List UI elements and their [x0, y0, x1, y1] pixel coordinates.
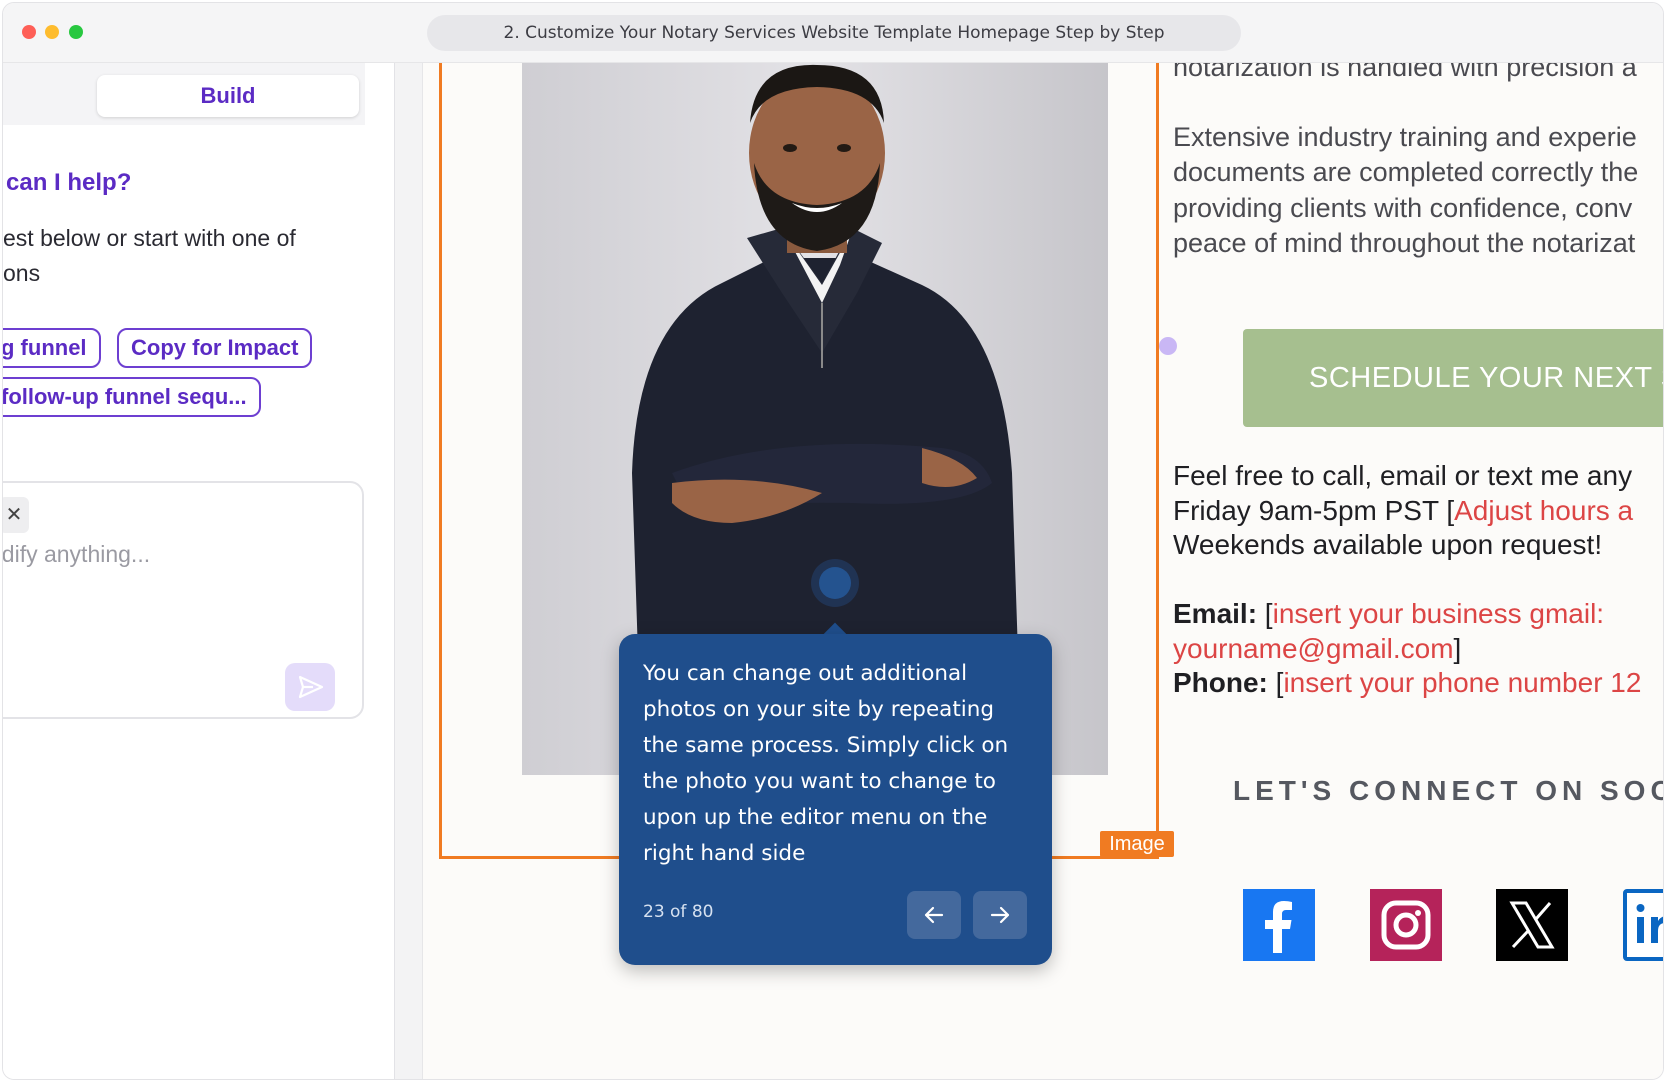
social-heading: LET'S CONNECT ON SOCI: [1233, 775, 1664, 806]
suggestion-chip[interactable]: g funnel: [3, 328, 101, 368]
browser-window: 2. Customize Your Notary Services Websit…: [2, 2, 1664, 1080]
image-element-tag[interactable]: Image: [1100, 831, 1174, 857]
contact-line: Friday 9am-5pm PST [Adjust hours a: [1173, 492, 1633, 529]
body-text-line: providing clients with confidence, conv: [1173, 193, 1633, 223]
maximize-window-button[interactable]: [69, 25, 83, 39]
contact-line: Feel free to call, email or text me any: [1173, 460, 1633, 491]
close-window-button[interactable]: [22, 25, 36, 39]
title-bar: 2. Customize Your Notary Services Websit…: [3, 3, 1663, 63]
help-heading: can I help?: [6, 169, 132, 196]
facebook-icon[interactable]: [1243, 889, 1315, 961]
email-line: Email: [insert your business gmail:: [1173, 595, 1604, 632]
build-tab[interactable]: Build: [97, 75, 359, 117]
body-text-line: Extensive industry training and experie: [1173, 122, 1637, 152]
help-subtitle-line: ons: [3, 260, 41, 286]
email-line: yourname@gmail.com]: [1173, 630, 1461, 667]
tutorial-tooltip: You can change out additional photos on …: [619, 634, 1052, 965]
body-text-line: peace of mind throughout the notarizat: [1173, 228, 1636, 258]
hours-placeholder: Adjust hours a: [1454, 495, 1634, 526]
linkedin-icon[interactable]: [1623, 889, 1663, 961]
arrow-right-icon: [990, 906, 1010, 924]
phone-line: Phone: [insert your phone number 12: [1173, 664, 1641, 701]
phone-placeholder: insert your phone number 12: [1283, 667, 1642, 698]
tooltip-text: You can change out additional photos on …: [643, 661, 1009, 866]
hotspot-dot[interactable]: [819, 567, 851, 599]
suggestion-chip[interactable]: Copy for Impact: [117, 328, 313, 368]
x-icon[interactable]: [1496, 889, 1568, 961]
step-counter: 23 of 80: [643, 902, 714, 922]
send-button[interactable]: [285, 663, 335, 711]
email-placeholder: insert your business gmail:: [1272, 598, 1605, 629]
body-text-line: documents are completed correctly the: [1173, 157, 1639, 187]
ai-assistant-panel: Build can I help? est below or start wit…: [3, 63, 395, 1079]
email-placeholder: yourname@gmail.com: [1173, 633, 1454, 664]
panel-divider[interactable]: [395, 63, 423, 1079]
bracket: [: [1267, 667, 1284, 698]
arrow-left-icon: [924, 906, 944, 924]
bracket: ]: [1453, 633, 1462, 664]
help-subtitle-line: est below or start with one of: [3, 225, 296, 251]
window-title: 2. Customize Your Notary Services Websit…: [427, 15, 1241, 51]
prompt-input-placeholder[interactable]: odify anything...: [3, 541, 150, 568]
instagram-icon[interactable]: [1370, 889, 1442, 961]
hours-text: Friday 9am-5pm PST [: [1173, 495, 1455, 526]
prompt-input-box[interactable]: ✕ odify anything...: [3, 481, 364, 719]
phone-label: Phone:: [1173, 667, 1268, 698]
send-icon: [298, 675, 324, 699]
help-subtitle: est below or start with one of ons: [3, 221, 363, 291]
suggestion-chip[interactable]: follow-up funnel sequ...: [3, 377, 261, 417]
minimize-window-button[interactable]: [45, 25, 59, 39]
contact-line: Weekends available upon request!: [1173, 529, 1603, 560]
next-step-button[interactable]: [973, 891, 1027, 939]
close-icon[interactable]: ✕: [3, 497, 29, 533]
previous-step-button[interactable]: [907, 891, 961, 939]
email-label: Email:: [1173, 598, 1258, 629]
schedule-button[interactable]: SCHEDULE YOUR NEXT S: [1243, 329, 1663, 427]
resize-handle[interactable]: [1159, 337, 1177, 355]
mode-switcher: Build: [3, 63, 365, 125]
bracket: [: [1257, 598, 1273, 629]
body-text-line: notarization is handled with precision a: [1173, 63, 1637, 82]
